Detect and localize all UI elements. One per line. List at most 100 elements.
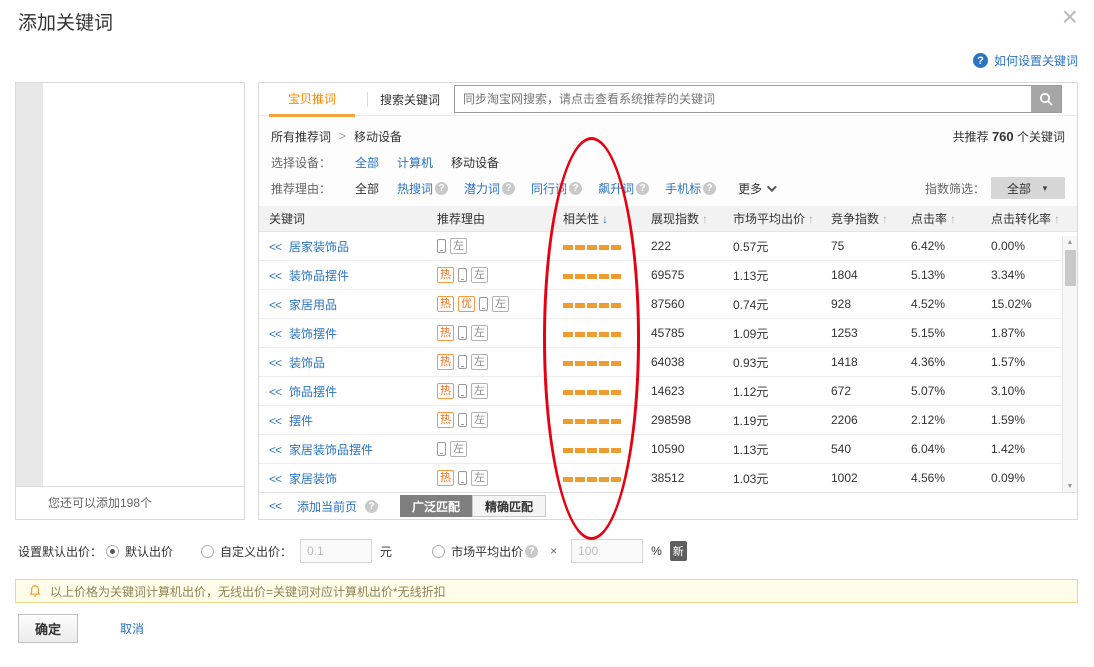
help-icon[interactable]: ?: [703, 182, 716, 195]
how-to-set-keywords-link[interactable]: 如何设置关键词: [994, 52, 1078, 69]
sort-asc-icon[interactable]: ↑: [950, 212, 956, 226]
relevance-bar: [611, 274, 621, 279]
relevance-bar: [599, 303, 609, 308]
keyword-link[interactable]: 装饰品摆件: [289, 269, 349, 283]
reason-option-rising[interactable]: 飙升词: [598, 180, 634, 197]
help-icon[interactable]: ?: [973, 53, 988, 68]
relevance-bars: [563, 390, 621, 395]
add-keyword-button[interactable]: <<: [269, 443, 281, 457]
help-icon[interactable]: ?: [525, 545, 538, 558]
custom-bid-label[interactable]: 自定义出价：: [220, 543, 292, 560]
table-row: <<家居装饰品摆件左105901.13元5406.04%1.42%: [259, 435, 1062, 464]
search-button[interactable]: [1031, 86, 1061, 112]
scroll-down-icon[interactable]: ▼: [1063, 480, 1077, 492]
keyword-link[interactable]: 家居装饰品摆件: [289, 443, 373, 457]
close-icon[interactable]: ×: [1062, 0, 1078, 34]
column-header-3[interactable]: 展现指数↑: [641, 210, 723, 227]
device-option-mobile[interactable]: 移动设备: [451, 154, 499, 171]
tab-item-recommend[interactable]: 宝贝推词: [269, 83, 355, 116]
column-header-7[interactable]: 点击转化率↑: [981, 210, 1062, 227]
default-bid-label[interactable]: 默认出价: [125, 543, 173, 560]
custom-bid-input[interactable]: [300, 539, 372, 563]
add-keyword-button[interactable]: <<: [269, 327, 281, 341]
add-keyword-button[interactable]: <<: [269, 472, 281, 486]
reason-option-peer[interactable]: 同行词: [531, 180, 567, 197]
help-icon[interactable]: ?: [502, 182, 515, 195]
table-header-row: 关键词推荐理由相关性↓展现指数↑市场平均出价↑竞争指数↑点击率↑点击转化率↑: [259, 206, 1077, 232]
sort-desc-icon[interactable]: ↓: [602, 212, 608, 226]
reason-option-mobile-tag[interactable]: 手机标: [665, 180, 701, 197]
scrollbar-thumb[interactable]: [1065, 250, 1076, 286]
keyword-cell: << 装饰摆件: [259, 325, 427, 342]
default-bid-radio[interactable]: [106, 545, 119, 558]
column-header-6[interactable]: 点击率↑: [901, 210, 981, 227]
recommendation-panel: 宝贝推词 搜索关键词 所有推荐词 > 移动设备 共推荐 760 个关键词: [258, 82, 1078, 520]
breadcrumb-root[interactable]: 所有推荐词: [271, 128, 331, 145]
market-bid-label[interactable]: 市场平均出价: [451, 543, 523, 560]
keyword-link[interactable]: 装饰摆件: [289, 327, 337, 341]
more-dropdown[interactable]: 更多: [738, 180, 774, 197]
relevance-bar: [575, 419, 585, 424]
reason-option-all[interactable]: 全部: [355, 180, 379, 197]
relevance-bar: [587, 274, 597, 279]
keyword-link[interactable]: 装饰品: [289, 356, 325, 370]
relevance-bar: [563, 361, 573, 366]
reason-badges-cell: 左: [427, 441, 553, 457]
market-bid-radio[interactable]: [432, 545, 445, 558]
impressions-value: 14623: [641, 384, 723, 398]
keyword-link[interactable]: 居家装饰品: [289, 240, 349, 254]
add-keyword-button[interactable]: <<: [269, 356, 281, 370]
add-keyword-button[interactable]: <<: [269, 240, 281, 254]
help-icon[interactable]: ?: [435, 182, 448, 195]
index-filter-dropdown[interactable]: 全部 ▼: [991, 177, 1065, 199]
sort-asc-icon[interactable]: ↑: [808, 212, 814, 226]
cancel-link[interactable]: 取消: [120, 620, 144, 637]
help-icon[interactable]: ?: [636, 182, 649, 195]
relevance-cell: [553, 326, 641, 340]
keyword-link[interactable]: 摆件: [289, 414, 313, 428]
impressions-value: 298598: [641, 413, 723, 427]
total-suffix: 个关键词: [1017, 130, 1065, 144]
add-keyword-button[interactable]: <<: [269, 385, 281, 399]
column-header-4[interactable]: 市场平均出价↑: [723, 210, 821, 227]
device-option-pc[interactable]: 计算机: [397, 154, 433, 171]
confirm-button[interactable]: 确定: [18, 614, 78, 643]
relevance-bar: [611, 303, 621, 308]
keyword-search-input[interactable]: [455, 86, 1031, 112]
add-keyword-button[interactable]: <<: [269, 298, 281, 312]
help-icon[interactable]: ?: [569, 182, 582, 195]
add-current-page-link[interactable]: 添加当前页: [297, 498, 357, 515]
relevance-bars: [563, 448, 621, 453]
reason-option-hot[interactable]: 热搜词: [397, 180, 433, 197]
add-keyword-button[interactable]: <<: [269, 269, 281, 283]
device-option-all[interactable]: 全部: [355, 154, 379, 171]
market-bid-percent-input[interactable]: [571, 539, 643, 563]
add-current-page-prefix[interactable]: <<: [269, 499, 281, 513]
selected-keywords-panel[interactable]: 您还可以添加198个: [15, 82, 245, 520]
help-icon[interactable]: ?: [365, 500, 378, 513]
cvr-value: 3.10%: [981, 384, 1062, 398]
add-keyword-button[interactable]: <<: [269, 414, 281, 428]
scroll-up-icon[interactable]: ▲: [1063, 236, 1077, 248]
column-header-2[interactable]: 相关性↓: [553, 210, 641, 227]
keyword-link[interactable]: 家居装饰: [289, 472, 337, 486]
column-header-5[interactable]: 竞争指数↑: [821, 210, 901, 227]
relevance-bar: [587, 419, 597, 424]
sort-asc-icon[interactable]: ↑: [1054, 212, 1060, 226]
keyword-link[interactable]: 饰品摆件: [289, 385, 337, 399]
relevance-bar: [599, 390, 609, 395]
reason-option-potential[interactable]: 潜力词: [464, 180, 500, 197]
sort-asc-icon[interactable]: ↑: [702, 212, 708, 226]
badge-left: 左: [450, 238, 467, 254]
exact-match-button[interactable]: 精确匹配: [472, 495, 546, 517]
add-keywords-dialog: 添加关键词 × ? 如何设置关键词 您还可以添加198个 宝贝推词 搜索关键词 …: [0, 0, 1094, 667]
sort-asc-icon[interactable]: ↑: [882, 212, 888, 226]
custom-bid-radio[interactable]: [201, 545, 214, 558]
broad-match-button[interactable]: 广泛匹配: [400, 495, 472, 517]
reason-badges-cell: 热左: [427, 412, 553, 428]
relevance-cell: [553, 442, 641, 456]
table-scrollbar[interactable]: ▲ ▼: [1062, 236, 1077, 492]
total-prefix: 共推荐: [953, 130, 989, 144]
tab-search-keywords[interactable]: 搜索关键词: [380, 91, 440, 108]
keyword-link[interactable]: 家居用品: [289, 298, 337, 312]
